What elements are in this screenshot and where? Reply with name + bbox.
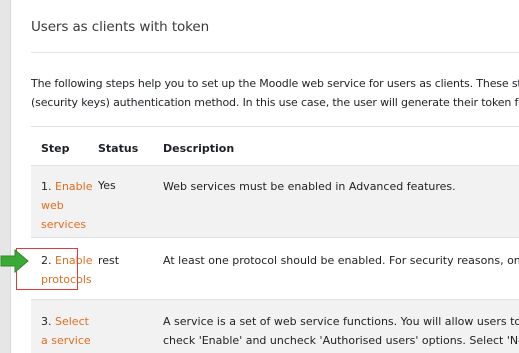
step-cell: 3. Select a service xyxy=(41,312,91,350)
table-row: 2. Enable protocols rest At least one pro… xyxy=(31,237,519,299)
table-row: 3. Select a service A service is a set of… xyxy=(31,299,519,353)
status-cell: rest xyxy=(98,254,120,267)
description-line: At least one protocol should be enabled.… xyxy=(163,254,519,267)
status-cell: Yes xyxy=(98,179,116,192)
arrow-right-icon xyxy=(0,248,29,274)
header-description: Description xyxy=(163,142,235,155)
description-line: check 'Enable' and uncheck 'Authorised u… xyxy=(163,334,519,347)
step-number: 1. xyxy=(41,180,52,193)
title-divider xyxy=(31,52,519,53)
page-title: Users as clients with token xyxy=(31,19,210,35)
table-row: 1. Enable web services Yes Web services mu… xyxy=(31,165,519,237)
header-step: Step xyxy=(41,142,70,155)
intro-text: The following steps help you to set up t… xyxy=(31,74,519,112)
intro-line-1: The following steps help you to set up t… xyxy=(31,77,519,90)
main-content: Users as clients with token The followin… xyxy=(10,0,519,353)
description-cell: At least one protocol should be enabled.… xyxy=(163,251,519,270)
description-line: Web services must be enabled in Advanced… xyxy=(163,180,456,193)
description-cell: A service is a set of web service functi… xyxy=(163,312,519,350)
intro-line-2: (security keys) authentication method. I… xyxy=(31,96,519,109)
description-cell: Web services must be enabled in Advanced… xyxy=(163,177,456,196)
header-status: Status xyxy=(98,142,139,155)
description-line: A service is a set of web service functi… xyxy=(163,315,519,328)
step-number: 3. xyxy=(41,315,52,328)
table-top-border xyxy=(31,126,519,127)
step-cell: 1. Enable web services xyxy=(41,177,92,234)
